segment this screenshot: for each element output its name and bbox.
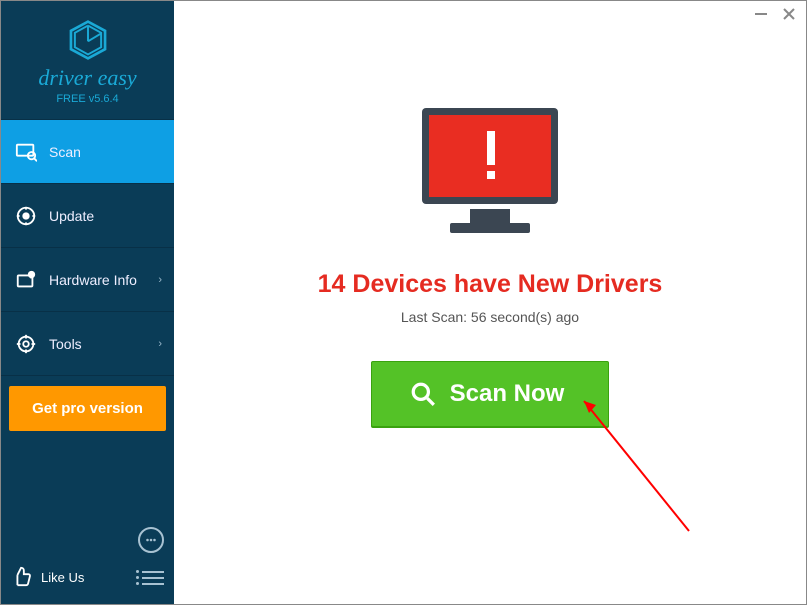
chevron-right-icon: › <box>158 274 162 286</box>
chevron-right-icon: › <box>158 338 162 350</box>
svg-text:i: i <box>31 272 33 279</box>
like-us-button[interactable]: Like Us <box>11 565 84 590</box>
scan-icon <box>15 141 37 163</box>
close-button[interactable] <box>782 7 796 26</box>
app-window: driver easy FREE v5.6.4 Scan Update i H <box>0 0 807 605</box>
magnifier-icon <box>410 381 436 407</box>
version-label: FREE v5.6.4 <box>56 93 118 105</box>
update-icon <box>15 205 37 227</box>
sidebar-footer: Like Us <box>1 517 174 604</box>
brand-name: driver easy <box>38 65 136 91</box>
sidebar: driver easy FREE v5.6.4 Scan Update i H <box>1 1 174 604</box>
menu-list-icon[interactable] <box>142 571 164 585</box>
tools-icon <box>15 333 37 355</box>
last-scan-text: Last Scan: 56 second(s) ago <box>401 309 579 325</box>
scan-now-label: Scan Now <box>450 380 565 408</box>
main-area: 14 Devices have New Drivers Last Scan: 5… <box>174 1 806 604</box>
window-controls <box>754 7 796 26</box>
sidebar-item-label: Scan <box>49 144 81 160</box>
sidebar-item-label: Hardware Info <box>49 272 137 288</box>
sidebar-nav: Scan Update i Hardware Info › Tools <box>1 120 174 376</box>
scan-content: 14 Devices have New Drivers Last Scan: 5… <box>174 1 806 427</box>
like-us-label: Like Us <box>41 570 84 585</box>
sidebar-item-label: Update <box>49 208 94 224</box>
sidebar-item-update[interactable]: Update <box>1 184 174 248</box>
annotation-arrow-icon <box>574 391 704 541</box>
minimize-button[interactable] <box>754 7 768 26</box>
feedback-icon[interactable] <box>138 527 164 553</box>
hardware-info-icon: i <box>15 269 37 291</box>
logo-area: driver easy FREE v5.6.4 <box>1 1 174 120</box>
get-pro-button[interactable]: Get pro version <box>9 386 166 431</box>
thumbs-up-icon <box>11 565 33 590</box>
sidebar-item-tools[interactable]: Tools › <box>1 312 174 376</box>
app-logo-icon <box>67 19 109 61</box>
sidebar-item-label: Tools <box>49 336 82 352</box>
sidebar-item-scan[interactable]: Scan <box>1 120 174 184</box>
sidebar-item-hardware-info[interactable]: i Hardware Info › <box>1 248 174 312</box>
scan-headline: 14 Devices have New Drivers <box>318 270 663 299</box>
alert-monitor-icon <box>415 101 565 246</box>
get-pro-label: Get pro version <box>32 400 143 417</box>
